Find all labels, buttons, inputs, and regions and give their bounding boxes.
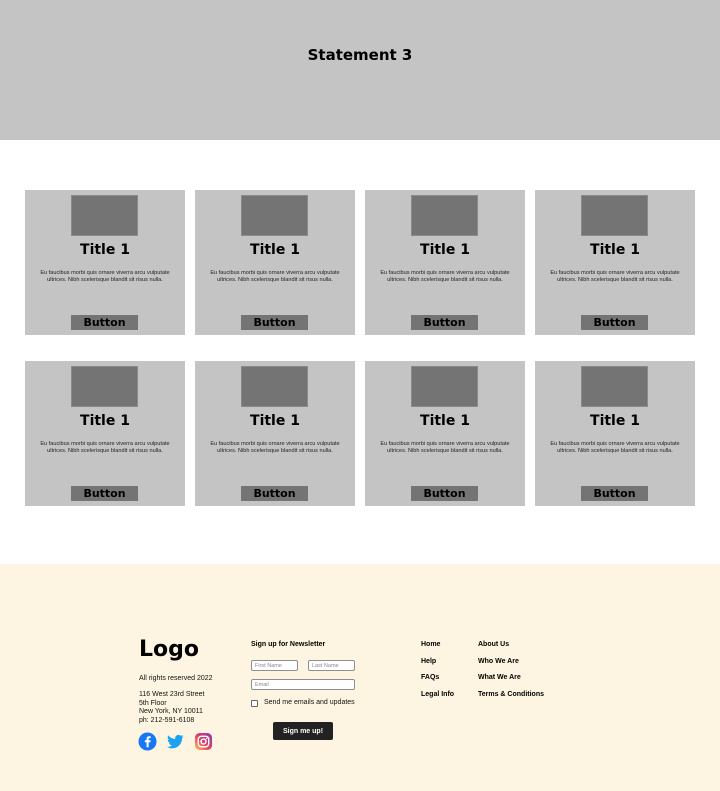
card-title: Title 1 [250, 413, 300, 429]
card-button[interactable]: Button [71, 486, 138, 501]
card-title: Title 1 [420, 413, 470, 429]
card-description: Eu faucibus morbi quis ornare viverra ar… [380, 441, 510, 455]
feature-card: Title 1 Eu faucibus morbi quis ornare viv… [195, 361, 355, 506]
footer-link-help[interactable]: Help [421, 658, 436, 665]
card-button[interactable]: Button [71, 315, 138, 330]
card-description: Eu faucibus morbi quis ornare viverra ar… [380, 270, 510, 284]
footer-link-who-we-are[interactable]: Who We Are [478, 658, 519, 665]
twitter-icon[interactable] [166, 732, 185, 751]
footer-link-what-we-are[interactable]: What We Are [478, 674, 521, 681]
card-title: Title 1 [250, 242, 300, 258]
phone-line: ph: 212-591-6108 [139, 716, 195, 724]
hero-statement: Statement 3 [307, 46, 413, 64]
address-line: New York, NY 10011 [139, 708, 203, 716]
feature-card: Title 1 Eu faucibus morbi quis ornare viv… [535, 190, 695, 335]
address-block: 116 West 23rd Street 5th Floor New York,… [139, 691, 205, 725]
feature-card: Title 1 Eu faucibus morbi quis ornare viv… [25, 190, 185, 335]
address-line: 116 West 23rd Street [139, 691, 205, 698]
last-name-field[interactable] [308, 660, 355, 671]
hero-banner: Statement 3 [0, 0, 720, 140]
sign-up-button[interactable]: Sign me up! [273, 722, 333, 740]
card-button[interactable]: Button [411, 486, 478, 501]
address-line: 5th Floor [139, 699, 167, 707]
feature-card: Title 1 Eu faucibus morbi quis ornare viv… [535, 361, 695, 506]
footer-link-home[interactable]: Home [421, 641, 440, 648]
card-image-placeholder [241, 366, 308, 407]
card-title: Title 1 [420, 242, 470, 258]
footer: Logo All rights reserved 2022 116 West 2… [0, 564, 720, 791]
feature-card: Title 1 Eu faucibus morbi quis ornare viv… [365, 190, 525, 335]
instagram-icon[interactable] [194, 732, 213, 751]
footer-link-about-us[interactable]: About Us [478, 641, 509, 648]
card-button[interactable]: Button [241, 486, 308, 501]
first-name-field[interactable] [251, 660, 298, 671]
newsletter-title: Sign up for Newsletter [251, 641, 326, 648]
card-image-placeholder [71, 366, 138, 407]
card-image-placeholder [411, 366, 478, 407]
card-title: Title 1 [80, 242, 130, 258]
card-grid: Title 1 Eu faucibus morbi quis ornare viv… [25, 190, 695, 506]
card-title: Title 1 [80, 413, 130, 429]
email-field[interactable] [251, 679, 355, 690]
footer-link-faqs[interactable]: FAQs [421, 674, 439, 681]
card-button[interactable]: Button [411, 315, 478, 330]
facebook-icon[interactable] [138, 732, 157, 751]
email-updates-checkbox[interactable] [251, 700, 258, 707]
footer-link-terms[interactable]: Terms & Conditions [478, 691, 544, 698]
feature-card: Title 1 Eu faucibus morbi quis ornare viv… [365, 361, 525, 506]
feature-card: Title 1 Eu faucibus morbi quis ornare viv… [25, 361, 185, 506]
card-image-placeholder [581, 366, 648, 407]
card-description: Eu faucibus morbi quis ornare viverra ar… [40, 441, 170, 455]
card-button[interactable]: Button [581, 315, 648, 330]
card-description: Eu faucibus morbi quis ornare viverra ar… [210, 270, 340, 284]
card-description: Eu faucibus morbi quis ornare viverra ar… [210, 441, 340, 455]
footer-logo[interactable]: Logo [139, 637, 199, 662]
card-description: Eu faucibus morbi quis ornare viverra ar… [550, 270, 680, 284]
card-title: Title 1 [590, 413, 640, 429]
footer-link-legal-info[interactable]: Legal Info [421, 691, 454, 698]
card-title: Title 1 [590, 242, 640, 258]
card-button[interactable]: Button [241, 315, 308, 330]
copyright-text: All rights reserved 2022 [139, 675, 213, 682]
card-image-placeholder [581, 195, 648, 236]
card-description: Eu faucibus morbi quis ornare viverra ar… [550, 441, 680, 455]
card-button[interactable]: Button [581, 486, 648, 501]
card-image-placeholder [241, 195, 308, 236]
checkbox-label: Send me emails and updates [264, 699, 355, 706]
feature-card: Title 1 Eu faucibus morbi quis ornare viv… [195, 190, 355, 335]
card-image-placeholder [411, 195, 478, 236]
card-description: Eu faucibus morbi quis ornare viverra ar… [40, 270, 170, 284]
card-image-placeholder [71, 195, 138, 236]
